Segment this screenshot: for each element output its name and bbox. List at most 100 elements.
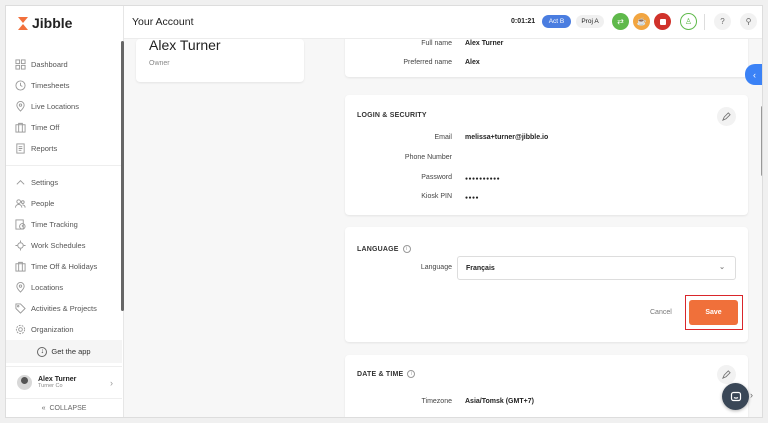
integrations-button[interactable]: ⚲: [740, 13, 757, 30]
language-selected-value: Français: [466, 264, 495, 272]
break-button[interactable]: ☕: [633, 13, 650, 30]
sidebar-item-label: Settings: [31, 178, 59, 187]
sidebar-divider: [6, 165, 122, 166]
sidebar-item-reports[interactable]: Reports: [6, 138, 122, 159]
timezone-label: Timezone: [421, 398, 452, 405]
login-security-title-text: LOGIN & SECURITY: [357, 112, 427, 119]
sidebar-nav: Dashboard Timesheets Live Locations Time…: [6, 54, 122, 340]
language-label: Language: [420, 264, 452, 271]
pencil-icon: [722, 112, 731, 121]
suitcase-icon: [15, 122, 26, 133]
top-bar: Your Account 0:01:21 Act B Proj A ⇄ ☕ ♙ …: [124, 6, 762, 39]
help-icon: ?: [720, 17, 725, 26]
avatar: [17, 375, 32, 390]
password-value: ●●●●●●●●●●: [465, 176, 501, 182]
time-tracking-icon: [15, 219, 26, 230]
info-icon[interactable]: i: [402, 245, 411, 253]
chevron-down-icon: ⌄: [719, 264, 725, 271]
preferred-name-label: Preferred name: [403, 59, 452, 66]
phone-row: Phone Number: [345, 154, 748, 168]
full-name-row: Full name Alex Turner: [345, 40, 748, 54]
activity-badge[interactable]: Act B: [542, 15, 571, 28]
stop-icon: [659, 18, 666, 25]
cancel-button[interactable]: Cancel: [650, 309, 672, 316]
gear-icon: [15, 324, 26, 335]
timezone-value: Asia/Tomsk (GMT+7): [465, 398, 534, 405]
sidebar-item-label: People: [31, 199, 55, 208]
personal-info-card: Full name Alex Turner Preferred name Ale…: [345, 39, 748, 77]
stop-timer-button[interactable]: [654, 13, 671, 30]
logo-text: Jibble: [32, 15, 73, 31]
hourglass-logo-icon: [18, 16, 29, 30]
sidebar-item-locations[interactable]: Locations: [6, 277, 122, 298]
email-value: melissa+turner@jibble.io: [465, 134, 549, 141]
kiosk-pin-value: ●●●●: [465, 195, 480, 201]
chevron-left-icon: ‹: [753, 69, 756, 80]
sidebar-item-settings[interactable]: Settings: [6, 172, 122, 193]
suitcase-icon: [15, 261, 26, 272]
people-icon: [15, 198, 26, 209]
chevron-right-icon: ›: [110, 378, 113, 388]
sidebar-item-label: Time Off: [31, 123, 60, 132]
side-panel-toggle[interactable]: ‹: [745, 64, 762, 85]
sidebar-item-time-off-holidays[interactable]: Time Off & Holidays: [6, 256, 122, 277]
sidebar-item-people[interactable]: People: [6, 193, 122, 214]
collapse-sidebar-button[interactable]: « COLLAPSE: [6, 398, 122, 417]
help-button[interactable]: ?: [714, 13, 731, 30]
get-the-app-button[interactable]: ↓ Get the app: [6, 340, 122, 363]
location-pin-icon: [15, 101, 26, 112]
jibble-logo[interactable]: Jibble: [18, 15, 72, 31]
sidebar-item-label: Time Tracking: [31, 220, 78, 229]
profile-name: Alex Turner: [149, 39, 221, 53]
sidebar-item-live-locations[interactable]: Live Locations: [6, 96, 122, 117]
user-clock-icon: ♙: [684, 17, 693, 26]
full-name-label: Full name: [421, 40, 452, 47]
email-row: Email melissa+turner@jibble.io: [345, 134, 748, 148]
app-window: Jibble Dashboard Timesheets Live Locatio…: [5, 5, 763, 418]
sidebar-item-label: Time Off & Holidays: [31, 262, 98, 271]
sidebar-item-time-tracking[interactable]: Time Tracking: [6, 214, 122, 235]
download-icon: ↓: [37, 346, 48, 357]
clock-in-user-button[interactable]: ♙: [680, 13, 697, 30]
tag-icon: [15, 303, 26, 314]
project-badge[interactable]: Proj A: [576, 15, 604, 28]
pencil-icon: [722, 370, 731, 379]
sidebar-item-work-schedules[interactable]: Work Schedules: [6, 235, 122, 256]
content-scrollbar[interactable]: [761, 106, 762, 176]
resume-icon: ⇄: [617, 17, 624, 26]
sidebar-item-time-off[interactable]: Time Off: [6, 117, 122, 138]
language-select[interactable]: Français ⌄: [457, 256, 736, 280]
chevron-right-icon[interactable]: ›: [750, 390, 753, 400]
kiosk-pin-label: Kiosk PIN: [421, 193, 452, 200]
timezone-row: Timezone Asia/Tomsk (GMT+7): [345, 398, 748, 412]
page-title: Your Account: [132, 16, 194, 28]
sidebar-item-organization[interactable]: Organization: [6, 319, 122, 340]
coffee-icon: ☕: [636, 17, 647, 26]
sidebar-item-activities-projects[interactable]: Activities & Projects: [6, 298, 122, 319]
resume-button[interactable]: ⇄: [612, 13, 629, 30]
user-profile-card[interactable]: Alex Turner Turner Co ›: [6, 366, 122, 398]
kiosk-pin-row: Kiosk PIN ●●●●: [345, 193, 748, 207]
main-content: Alex Turner Owner Full name Alex Turner …: [124, 39, 762, 417]
info-icon[interactable]: i: [407, 370, 416, 378]
double-chevron-left-icon: «: [41, 405, 46, 412]
login-security-title: LOGIN & SECURITY: [357, 112, 427, 119]
profile-card: Alex Turner Owner: [136, 39, 304, 82]
date-time-card: DATE & TIME i Timezone Asia/Tomsk (GMT+7…: [345, 355, 748, 417]
sidebar-item-dashboard[interactable]: Dashboard: [6, 54, 122, 75]
sidebar-item-label: Activities & Projects: [31, 304, 97, 313]
edit-date-time-button[interactable]: [717, 365, 736, 384]
collapse-label: COLLAPSE: [49, 405, 87, 412]
full-name-value: Alex Turner: [465, 40, 504, 47]
chat-support-button[interactable]: [722, 383, 749, 410]
save-button[interactable]: Save: [689, 300, 738, 325]
sidebar-item-label: Dashboard: [31, 60, 68, 69]
sidebar-item-timesheets[interactable]: Timesheets: [6, 75, 122, 96]
location-pin-icon: [15, 282, 26, 293]
edit-login-security-button[interactable]: [717, 107, 736, 126]
date-time-title-text: DATE & TIME: [357, 370, 404, 378]
login-security-card: LOGIN & SECURITY Email melissa+turner@ji…: [345, 95, 748, 215]
date-time-title: DATE & TIME i: [357, 370, 416, 378]
topbar-divider: [704, 14, 705, 30]
timer-readout: 0:01:21: [511, 18, 536, 25]
